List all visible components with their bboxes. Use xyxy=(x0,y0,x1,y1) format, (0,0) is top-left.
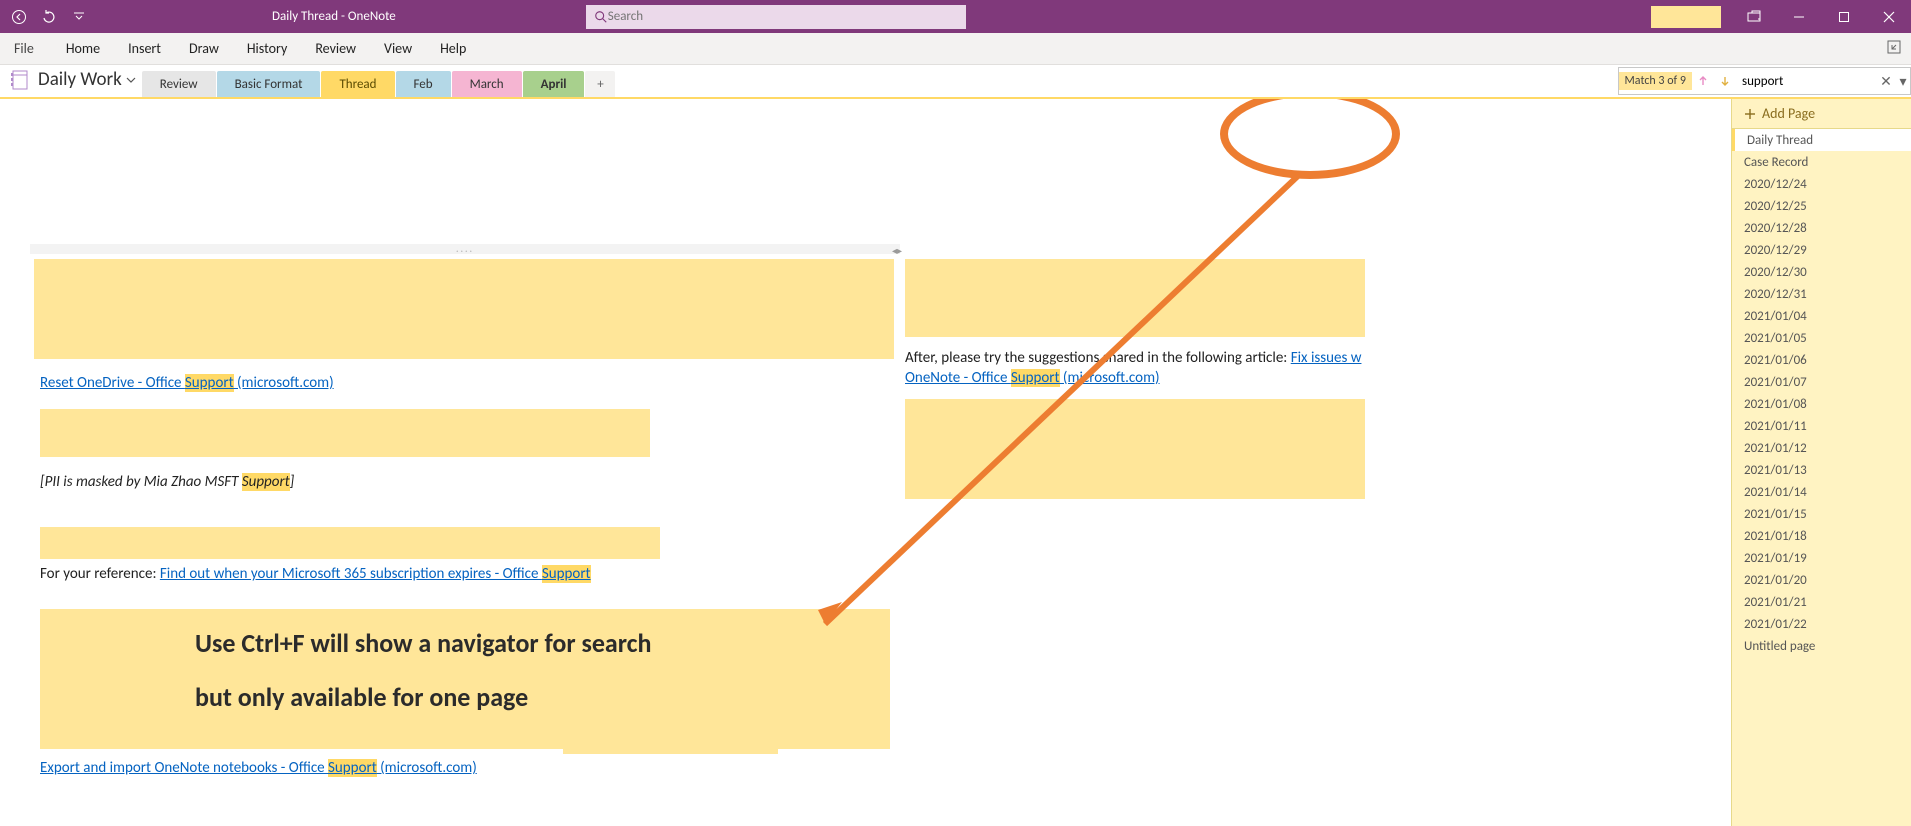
ribbon-display-button[interactable] xyxy=(1731,0,1776,33)
global-search-input[interactable] xyxy=(608,9,958,24)
section-tab-april[interactable]: April xyxy=(523,71,585,97)
chevron-down-icon xyxy=(126,75,136,85)
page-item[interactable]: 2021/01/13 xyxy=(1732,459,1911,481)
add-section-button[interactable]: + xyxy=(585,71,615,97)
menu-history[interactable]: History xyxy=(233,33,301,64)
pii-note: [PII is masked by Mia Zhao MSFT Support] xyxy=(40,473,294,491)
menu-view[interactable]: View xyxy=(370,33,426,64)
menu-draw[interactable]: Draw xyxy=(175,33,233,64)
page-item[interactable]: Untitled page xyxy=(1732,635,1911,657)
section-tab-thread[interactable]: Thread xyxy=(321,71,394,97)
close-button[interactable] xyxy=(1866,0,1911,33)
right-paragraph-line2: OneNote - Office Support (microsoft.com) xyxy=(905,369,1160,387)
masked-block xyxy=(40,409,650,457)
section-tab-basic-format[interactable]: Basic Format xyxy=(217,71,321,97)
search-icon xyxy=(594,10,608,24)
page-list-pane: Add Page Daily ThreadCase Record2020/12/… xyxy=(1731,99,1911,826)
masked-block xyxy=(34,259,894,359)
masked-block xyxy=(563,724,778,754)
find-options-button[interactable]: ▾ xyxy=(1896,73,1910,90)
find-close-button[interactable]: ✕ xyxy=(1876,73,1896,90)
find-input[interactable] xyxy=(1736,74,1876,89)
annotation-text-line1: Use Ctrl+F will show a navigator for sea… xyxy=(195,627,651,659)
page-item[interactable]: 2021/01/08 xyxy=(1732,393,1911,415)
page-item[interactable]: 2021/01/12 xyxy=(1732,437,1911,459)
container-handle-top[interactable]: ···· xyxy=(30,244,900,254)
page-item[interactable]: 2021/01/11 xyxy=(1732,415,1911,437)
masked-block xyxy=(905,259,1365,337)
masked-block xyxy=(40,527,660,559)
page-item[interactable]: 2020/12/28 xyxy=(1732,217,1911,239)
add-page-button[interactable]: Add Page xyxy=(1732,99,1911,129)
notebook-dropdown[interactable]: Daily Work xyxy=(38,68,136,97)
page-item[interactable]: 2021/01/19 xyxy=(1732,547,1911,569)
titlebar: Daily Thread - OneNote xyxy=(0,0,1911,33)
annotation-text-line2: but only available for one page xyxy=(195,681,528,713)
page-item[interactable]: 2021/01/07 xyxy=(1732,371,1911,393)
notebook-name: Daily Work xyxy=(38,68,122,91)
section-tab-feb[interactable]: Feb xyxy=(396,71,451,97)
plus-icon xyxy=(1744,108,1756,120)
page-item[interactable]: 2021/01/21 xyxy=(1732,591,1911,613)
page-item[interactable]: 2021/01/22 xyxy=(1732,613,1911,635)
page-item[interactable]: 2021/01/14 xyxy=(1732,481,1911,503)
find-match-count: Match 3 of 9 xyxy=(1619,72,1692,90)
page-item[interactable]: Case Record xyxy=(1732,151,1911,173)
page-item[interactable]: 2020/12/29 xyxy=(1732,239,1911,261)
find-prev-button[interactable] xyxy=(1692,70,1714,92)
find-on-page-bar: Match 3 of 9 ✕ ▾ xyxy=(1618,67,1911,95)
qat-customize-button[interactable] xyxy=(66,4,92,30)
page-item[interactable]: 2020/12/30 xyxy=(1732,261,1911,283)
menu-help[interactable]: Help xyxy=(426,33,480,64)
section-tabs-row: Daily Work ReviewBasic FormatThreadFebMa… xyxy=(0,65,1911,99)
find-next-button[interactable] xyxy=(1714,70,1736,92)
page-item[interactable]: Daily Thread xyxy=(1732,129,1911,151)
annotation-ellipse xyxy=(1220,99,1400,179)
link-fix-issues[interactable]: Fix issues w xyxy=(1291,349,1362,367)
link-reset-onedrive[interactable]: Reset OneDrive - Office Support (microso… xyxy=(40,374,334,392)
page-item[interactable]: 2021/01/05 xyxy=(1732,327,1911,349)
link-subscription-expires[interactable]: Find out when your Microsoft 365 subscri… xyxy=(160,565,591,583)
section-tab-review[interactable]: Review xyxy=(142,71,216,97)
page-item[interactable]: 2020/12/25 xyxy=(1732,195,1911,217)
minimize-button[interactable] xyxy=(1776,0,1821,33)
menu-home[interactable]: Home xyxy=(52,33,114,64)
note-canvas[interactable]: ···· Reset OneDrive - Office Support (mi… xyxy=(0,99,1731,826)
page-item[interactable]: 2020/12/31 xyxy=(1732,283,1911,305)
menu-file[interactable]: File xyxy=(0,33,48,64)
add-page-label: Add Page xyxy=(1762,105,1815,122)
window-title: Daily Thread - OneNote xyxy=(272,9,396,24)
notebook-icon xyxy=(10,69,32,91)
link-export-import[interactable]: Export and import OneNote notebooks - Of… xyxy=(40,759,477,777)
page-item[interactable]: 2021/01/18 xyxy=(1732,525,1911,547)
ribbon-expand-button[interactable] xyxy=(1877,40,1911,58)
reference-line: For your reference: Find out when your M… xyxy=(40,565,591,583)
page-item[interactable]: 2021/01/15 xyxy=(1732,503,1911,525)
page-item[interactable]: 2021/01/20 xyxy=(1732,569,1911,591)
section-tab-march[interactable]: March xyxy=(452,71,522,97)
page-item[interactable]: 2020/12/24 xyxy=(1732,173,1911,195)
menu-review[interactable]: Review xyxy=(301,33,370,64)
back-button[interactable] xyxy=(6,4,32,30)
menubar: File Home Insert Draw History Review Vie… xyxy=(0,33,1911,65)
page-item[interactable]: 2021/01/04 xyxy=(1732,305,1911,327)
global-search[interactable] xyxy=(586,5,966,29)
masked-account-area xyxy=(1651,6,1721,28)
masked-block xyxy=(905,399,1365,499)
container-resize-grip[interactable]: ◂▸ xyxy=(892,244,902,257)
undo-button[interactable] xyxy=(36,4,62,30)
right-paragraph: After, please try the suggestions shared… xyxy=(905,349,1365,367)
maximize-button[interactable] xyxy=(1821,0,1866,33)
page-item[interactable]: 2021/01/06 xyxy=(1732,349,1911,371)
menu-insert[interactable]: Insert xyxy=(114,33,175,64)
